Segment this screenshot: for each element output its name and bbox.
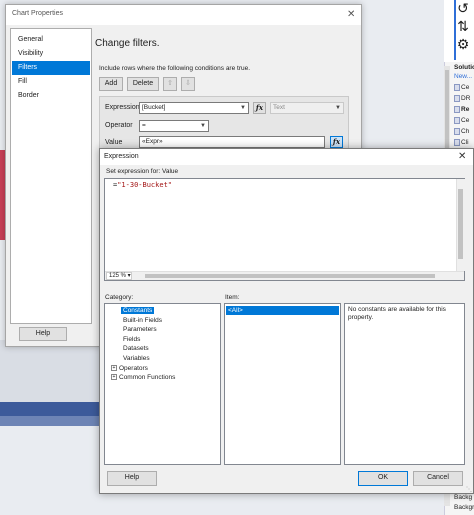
- report-icon: [454, 84, 460, 91]
- nav-item-general[interactable]: General: [12, 33, 90, 47]
- description-panel: No constants are available for this prop…: [344, 303, 465, 465]
- category-item-variables[interactable]: Variables: [109, 354, 175, 364]
- properties-nav: General Visibility Filters Fill Border: [10, 28, 92, 324]
- expression-label: Expression: [105, 104, 140, 111]
- arrow-up-icon: ⇧: [167, 80, 173, 87]
- item-label: Item:: [225, 294, 240, 301]
- filter-row-panel: Expression [Bucket] ▼ ƒx Text ▼ Operator =…: [99, 96, 349, 156]
- ide-tab-strip: [0, 402, 110, 416]
- close-icon[interactable]: ✕: [458, 151, 466, 162]
- chevron-down-icon: ▼: [240, 105, 246, 111]
- dialog-title: Expression: [104, 153, 139, 160]
- close-icon[interactable]: ✕: [347, 9, 355, 20]
- dialog-title-bar[interactable]: Chart Properties ✕: [6, 5, 361, 25]
- editor-vertical-thumb[interactable]: [458, 189, 463, 259]
- page-heading: Change filters.: [95, 38, 160, 49]
- arrow-down-icon: ⇩: [185, 80, 191, 87]
- category-item-fields[interactable]: Fields: [109, 335, 175, 345]
- category-tree: Constants Built-in Fields Parameters Fie…: [104, 303, 221, 465]
- expression-fx-button[interactable]: ƒx: [253, 102, 266, 114]
- history-icon[interactable]: ↺: [454, 0, 472, 18]
- dialog-title-bar[interactable]: Expression ✕: [100, 149, 473, 165]
- sync-icon[interactable]: ⇅: [454, 18, 472, 36]
- help-button[interactable]: Help: [19, 327, 67, 341]
- expression-combo[interactable]: [Bucket] ▼: [139, 102, 249, 114]
- list-item[interactable]: <All>: [226, 306, 339, 315]
- value-field[interactable]: «Expr»: [139, 136, 325, 148]
- move-up-button[interactable]: ⇧: [163, 77, 177, 91]
- category-item-operators[interactable]: + Operators: [109, 364, 175, 374]
- item-list: <All>: [224, 303, 341, 465]
- category-item-datasets[interactable]: Datasets: [109, 344, 175, 354]
- delete-filter-button[interactable]: Delete: [127, 77, 159, 91]
- category-label: Category:: [105, 294, 134, 301]
- value-label: Value: [105, 139, 123, 146]
- nav-item-visibility[interactable]: Visibility: [12, 47, 90, 61]
- category-item-constants[interactable]: Constants: [109, 306, 175, 316]
- value-fx-button[interactable]: ƒx: [330, 136, 343, 148]
- solution-item[interactable]: Ce: [454, 84, 474, 95]
- chevron-down-icon: ▼: [335, 105, 341, 111]
- ide-panel: [0, 340, 100, 410]
- expand-icon[interactable]: +: [111, 364, 117, 371]
- chevron-down-icon: ▼: [200, 123, 206, 129]
- dialog-title: Chart Properties: [12, 10, 63, 17]
- expression-code[interactable]: ="1-30-Bucket": [113, 181, 172, 189]
- report-icon: [454, 117, 460, 124]
- nav-item-filters[interactable]: Filters: [12, 61, 90, 75]
- nav-item-border[interactable]: Border: [12, 89, 90, 103]
- resize-grip-icon[interactable]: ⋱: [466, 486, 472, 493]
- nav-item-fill[interactable]: Fill: [12, 75, 90, 89]
- expression-editor[interactable]: ="1-30-Bucket" 125 % ▾: [104, 178, 465, 281]
- type-combo[interactable]: Text ▼: [270, 102, 344, 114]
- expand-icon[interactable]: +: [111, 374, 117, 381]
- report-icon: [454, 139, 460, 146]
- ok-button[interactable]: OK: [358, 471, 408, 486]
- category-item-parameters[interactable]: Parameters: [109, 325, 175, 335]
- solution-item[interactable]: Ce: [454, 117, 474, 128]
- description-text: No constants are available for this prop…: [348, 306, 446, 321]
- solution-item[interactable]: Ch: [454, 128, 474, 139]
- category-item-built-in-fields[interactable]: Built-in Fields: [109, 316, 175, 326]
- operator-label: Operator: [105, 122, 133, 129]
- report-icon: [454, 128, 460, 135]
- help-button[interactable]: Help: [107, 471, 157, 486]
- solution-item[interactable]: Re: [454, 106, 474, 117]
- category-item-common-functions[interactable]: + Common Functions: [109, 373, 175, 383]
- filter-description: Include rows where the following conditi…: [99, 65, 251, 72]
- set-expression-label: Set expression for: Value: [106, 168, 179, 175]
- cancel-button[interactable]: Cancel: [413, 471, 463, 486]
- report-icon: [454, 95, 460, 102]
- expression-dialog: Expression ✕ Set expression for: Value =…: [99, 148, 474, 494]
- expression-string-literal: "1-30-Bucket": [117, 181, 173, 189]
- property-row: Backgr: [454, 504, 474, 511]
- solution-new-link[interactable]: New...: [454, 73, 474, 84]
- add-filter-button[interactable]: Add: [99, 77, 123, 91]
- editor-horizontal-thumb[interactable]: [145, 274, 435, 278]
- gear-icon[interactable]: ⚙: [454, 36, 472, 54]
- solution-item[interactable]: DR: [454, 95, 474, 106]
- operator-combo[interactable]: = ▼: [139, 120, 209, 132]
- report-icon: [454, 106, 460, 113]
- ide-tab-strip-lower: [0, 416, 110, 426]
- zoom-combo[interactable]: 125 % ▾: [106, 272, 132, 280]
- move-down-button[interactable]: ⇩: [181, 77, 195, 91]
